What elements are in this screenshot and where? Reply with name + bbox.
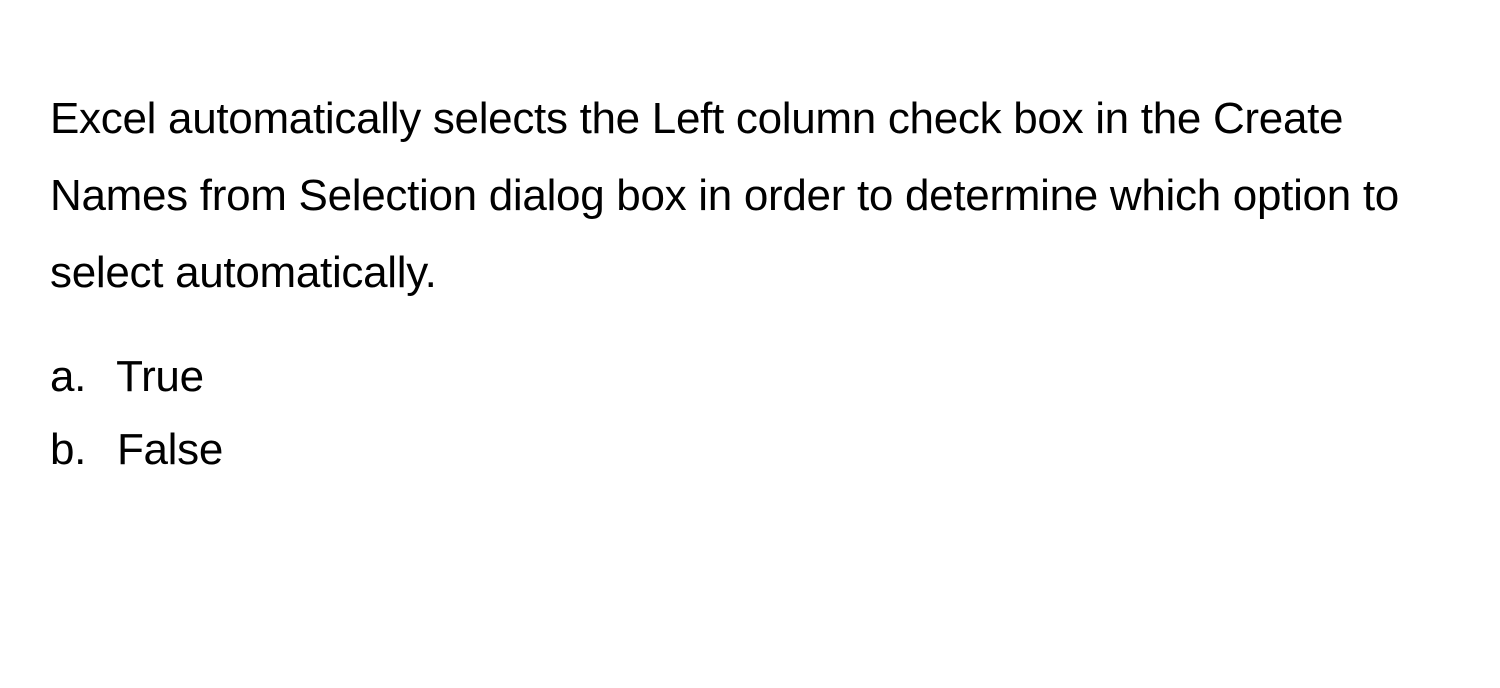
option-a: a. True <box>50 341 1450 414</box>
question-text: Excel automatically selects the Left col… <box>50 80 1450 311</box>
option-b-label: False <box>117 425 223 474</box>
option-b-letter: b. <box>50 414 105 487</box>
option-a-letter: a. <box>50 341 105 414</box>
option-b: b. False <box>50 414 1450 487</box>
option-a-label: True <box>116 352 204 401</box>
